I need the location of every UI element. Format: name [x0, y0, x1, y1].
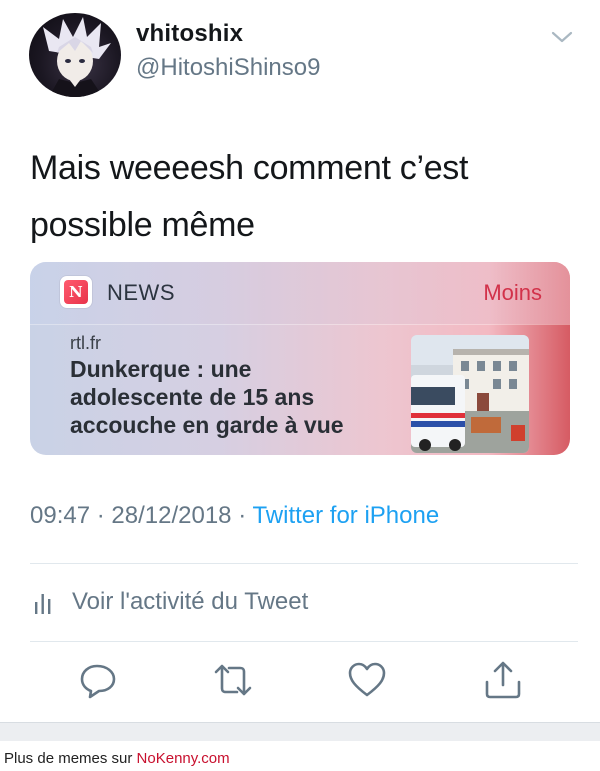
divider: [30, 641, 578, 642]
chevron-down-icon[interactable]: [550, 28, 574, 46]
news-thumbnail: [411, 335, 529, 453]
watermark-site-link[interactable]: NoKenny.com: [137, 750, 230, 767]
tweet-time: 09:47: [30, 502, 91, 529]
apple-news-icon: N: [60, 276, 92, 308]
tweet-text-line: possible même: [30, 206, 255, 244]
tweet-date: 28/12/2018: [111, 502, 232, 529]
tweet-meta: 09:47 · 28/12/2018 · Twitter for iPhone: [30, 502, 439, 530]
display-name[interactable]: vhitoshix: [136, 20, 243, 48]
tweet-source-link[interactable]: Twitter for iPhone: [252, 502, 439, 529]
card-headline-line: accouche en garde à vue: [70, 412, 344, 438]
show-less-button[interactable]: Moins: [483, 280, 542, 306]
card-headline: Dunkerque : une adolescente de 15 ans ac…: [70, 355, 390, 439]
card-divider: [30, 324, 570, 325]
avatar[interactable]: [29, 13, 121, 97]
card-headline-line: adolescente de 15 ans: [70, 384, 315, 410]
card-source: rtl.fr: [70, 333, 101, 353]
tweet-text-line: Mais weeeesh comment c’est: [30, 149, 469, 187]
reply-icon[interactable]: [79, 660, 119, 700]
tweet: vhitoshix @HitoshiShinso9 Mais weeeesh c…: [0, 0, 600, 722]
card-headline-line: Dunkerque : une: [70, 356, 252, 382]
meta-separator: ·: [96, 502, 105, 529]
tweet-actions: [0, 660, 600, 710]
tweet-text: Mais weeeesh comment c’est possible même: [30, 140, 570, 254]
watermark-prefix: Plus de memes sur: [4, 750, 137, 767]
share-icon[interactable]: [483, 660, 523, 700]
retweet-icon[interactable]: [213, 660, 253, 700]
watermark-text: Plus de memes sur NoKenny.com: [4, 750, 230, 767]
activity-label: Voir l'activité du Tweet: [72, 588, 309, 615]
watermark-footer: Plus de memes sur NoKenny.com: [0, 722, 600, 771]
divider: [30, 563, 578, 564]
footer-band: [0, 723, 600, 741]
news-app-name: NEWS: [107, 280, 175, 305]
news-notification-card[interactable]: N NEWS Moins rtl.fr Dunkerque : une adol…: [30, 262, 570, 455]
user-handle[interactable]: @HitoshiShinso9: [136, 54, 320, 82]
activity-chart-icon: [34, 592, 52, 614]
like-icon[interactable]: [347, 660, 387, 700]
meta-separator: ·: [238, 502, 247, 529]
